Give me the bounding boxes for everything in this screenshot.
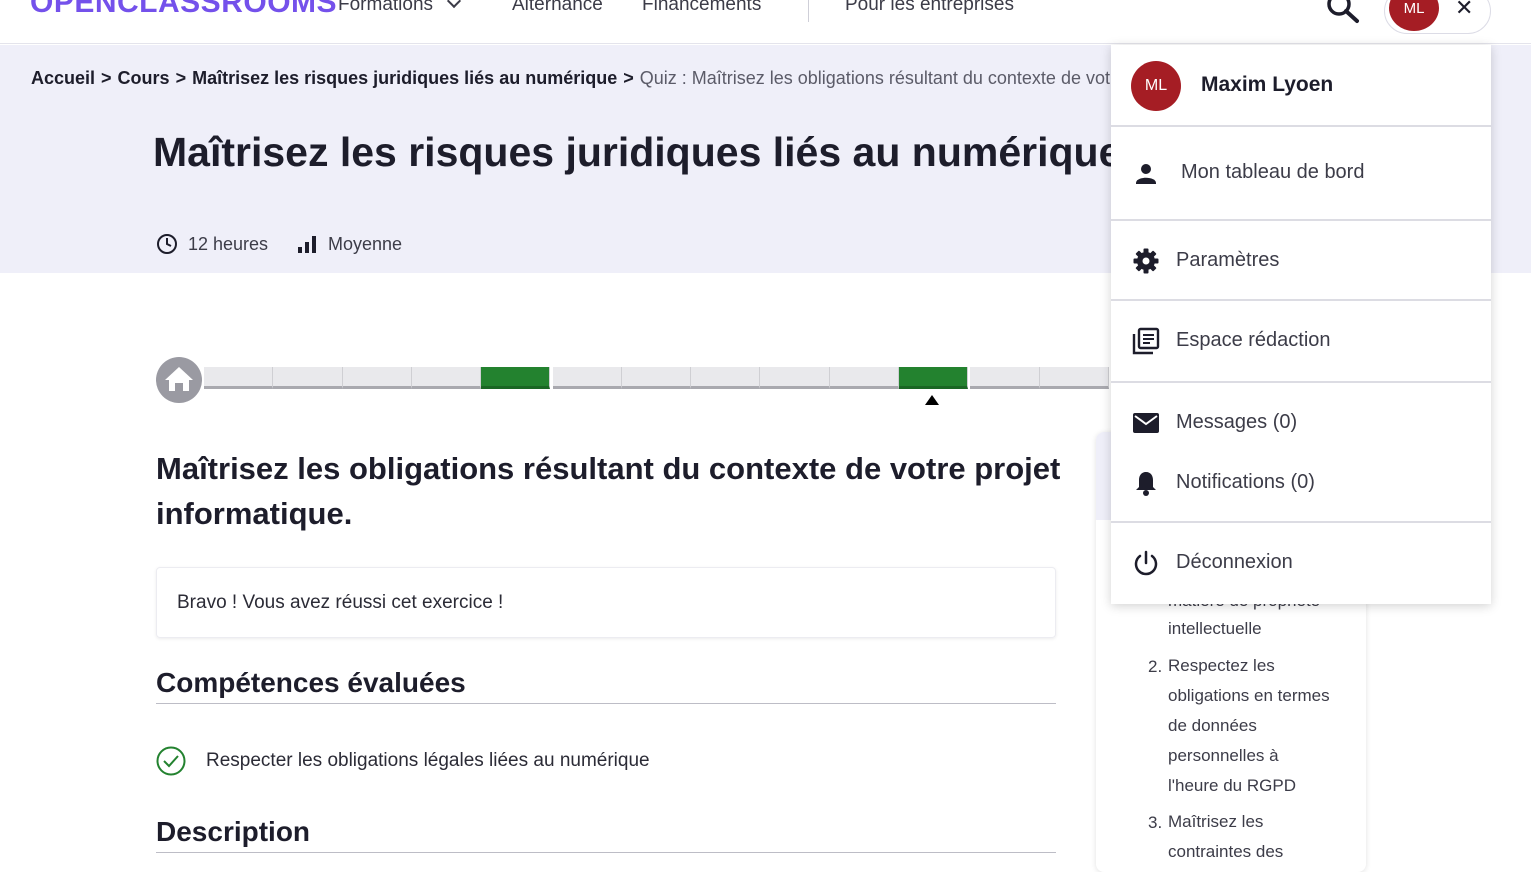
menu-item-label: Notifications (0) (1176, 471, 1315, 493)
power-icon (1134, 550, 1158, 576)
level-bars-icon (298, 236, 316, 253)
breadcrumb-course[interactable]: Maîtrisez les risques juridiques liés au… (192, 68, 617, 88)
menu-item-label: Messages (0) (1176, 411, 1298, 433)
nav-divider (808, 0, 809, 22)
menu-item-label: Paramètres (1176, 249, 1280, 271)
progress-segment[interactable] (829, 367, 899, 389)
toc-line: Respectez les (1168, 656, 1275, 675)
breadcrumb-cours[interactable]: Cours (118, 68, 170, 88)
user-menu-header: ML Maxim Lyoen (1111, 45, 1491, 127)
breadcrumb-accueil[interactable]: Accueil (31, 68, 95, 88)
toc-line: de données (1168, 716, 1257, 735)
course-title: Maîtrisez les risques juridiques liés au… (153, 129, 1122, 175)
nav-formations[interactable]: Formations (338, 0, 462, 16)
progress-segment[interactable] (691, 367, 761, 389)
user-name: Maxim Lyoen (1201, 73, 1334, 96)
toc-line: l'heure du RGPD (1168, 776, 1296, 795)
toc-partial-line[interactable]: intellectuelle (1168, 614, 1358, 644)
search-icon[interactable] (1326, 0, 1360, 24)
nav-alternance[interactable]: Alternance (512, 0, 603, 16)
menu-item-settings[interactable]: Paramètres (1111, 221, 1491, 299)
success-message: Bravo ! Vous avez réussi cet exercice ! (156, 567, 1056, 638)
quiz-title: Maîtrisez les obligations résultant du c… (156, 451, 1061, 531)
level-label: Moyenne (328, 233, 403, 254)
gear-icon (1133, 248, 1159, 274)
course-home-button[interactable] (156, 357, 202, 403)
library-icon (1132, 327, 1160, 355)
menu-item-writing-space[interactable]: Espace rédaction (1111, 301, 1491, 381)
toc-line: Maîtrisez les (1168, 812, 1264, 831)
progress-segment-completed[interactable] (481, 367, 551, 389)
check-circle-icon (156, 746, 186, 776)
breadcrumb-separator: > (175, 68, 187, 88)
description-heading: Description (156, 816, 1056, 853)
menu-item-notifications[interactable]: Notifications (0) (1111, 445, 1491, 521)
menu-item-label: Mon tableau de bord (1181, 161, 1365, 183)
course-level: Moyenne (296, 233, 402, 255)
progress-segment[interactable] (1039, 367, 1109, 389)
toc-item-3[interactable]: Maîtrisez les contraintes des (1168, 807, 1358, 867)
close-icon[interactable]: ✕ (1455, 0, 1473, 21)
progress-segment-completed[interactable] (899, 367, 969, 389)
person-icon (1136, 164, 1156, 184)
skill-label: Respecter les obligations légales liées … (206, 750, 650, 771)
toc-line: obligations en termes (1168, 686, 1330, 705)
avatar: ML (1389, 0, 1439, 31)
skills-heading: Compétences évaluées (156, 667, 1056, 704)
avatar: ML (1131, 61, 1181, 111)
breadcrumb-separator: > (101, 68, 112, 88)
progress-segment[interactable] (411, 367, 482, 389)
course-duration: 12 heures (156, 233, 268, 255)
progress-segment[interactable] (970, 367, 1040, 389)
duration-label: 12 heures (188, 233, 269, 254)
breadcrumb: Accueil > Cours > Maîtrisez les risques juri… (31, 68, 1285, 89)
mail-icon (1133, 413, 1159, 433)
progress-segment[interactable] (552, 367, 622, 389)
progress-segment[interactable] (760, 367, 830, 389)
menu-item-dashboard[interactable]: Mon tableau de bord (1111, 129, 1491, 219)
nav-financements[interactable]: Financements (642, 0, 761, 16)
current-position-marker (925, 395, 939, 405)
breadcrumb-separator: > (623, 68, 634, 88)
skill-item: Respecter les obligations légales liées … (156, 746, 650, 776)
clock-icon (157, 234, 177, 254)
home-icon (165, 367, 193, 391)
user-menu-toggle[interactable]: ML ✕ (1384, 0, 1491, 34)
toc-line: personnelles à (1168, 746, 1279, 765)
chevron-down-icon (446, 0, 462, 9)
menu-item-messages[interactable]: Messages (0) (1111, 383, 1491, 445)
user-dropdown-menu: ML Maxim Lyoen Mon tableau de bord Param… (1111, 45, 1491, 604)
menu-item-label: Déconnexion (1176, 551, 1293, 573)
progress-segment[interactable] (621, 367, 692, 389)
top-navigation: OPENCLASSROOMS Formations Alternance Fin… (0, 0, 1531, 44)
openclassrooms-logo[interactable]: OPENCLASSROOMS (30, 0, 337, 20)
progress-segment[interactable] (204, 367, 274, 389)
progress-segment[interactable] (342, 367, 412, 389)
toc-line: contraintes des (1168, 842, 1284, 861)
menu-item-label: Espace rédaction (1176, 329, 1331, 351)
progress-segment[interactable] (273, 367, 343, 389)
toc-item-number: 2. (1148, 657, 1163, 676)
bell-icon (1136, 472, 1156, 496)
toc-item-number: 3. (1148, 813, 1163, 832)
menu-item-logout[interactable]: Déconnexion (1111, 523, 1491, 604)
nav-entreprises[interactable]: Pour les entreprises (845, 0, 1014, 16)
toc-item-2[interactable]: Respectez les obligations en termes de d… (1168, 651, 1358, 801)
nav-formations-label: Formations (338, 0, 434, 15)
